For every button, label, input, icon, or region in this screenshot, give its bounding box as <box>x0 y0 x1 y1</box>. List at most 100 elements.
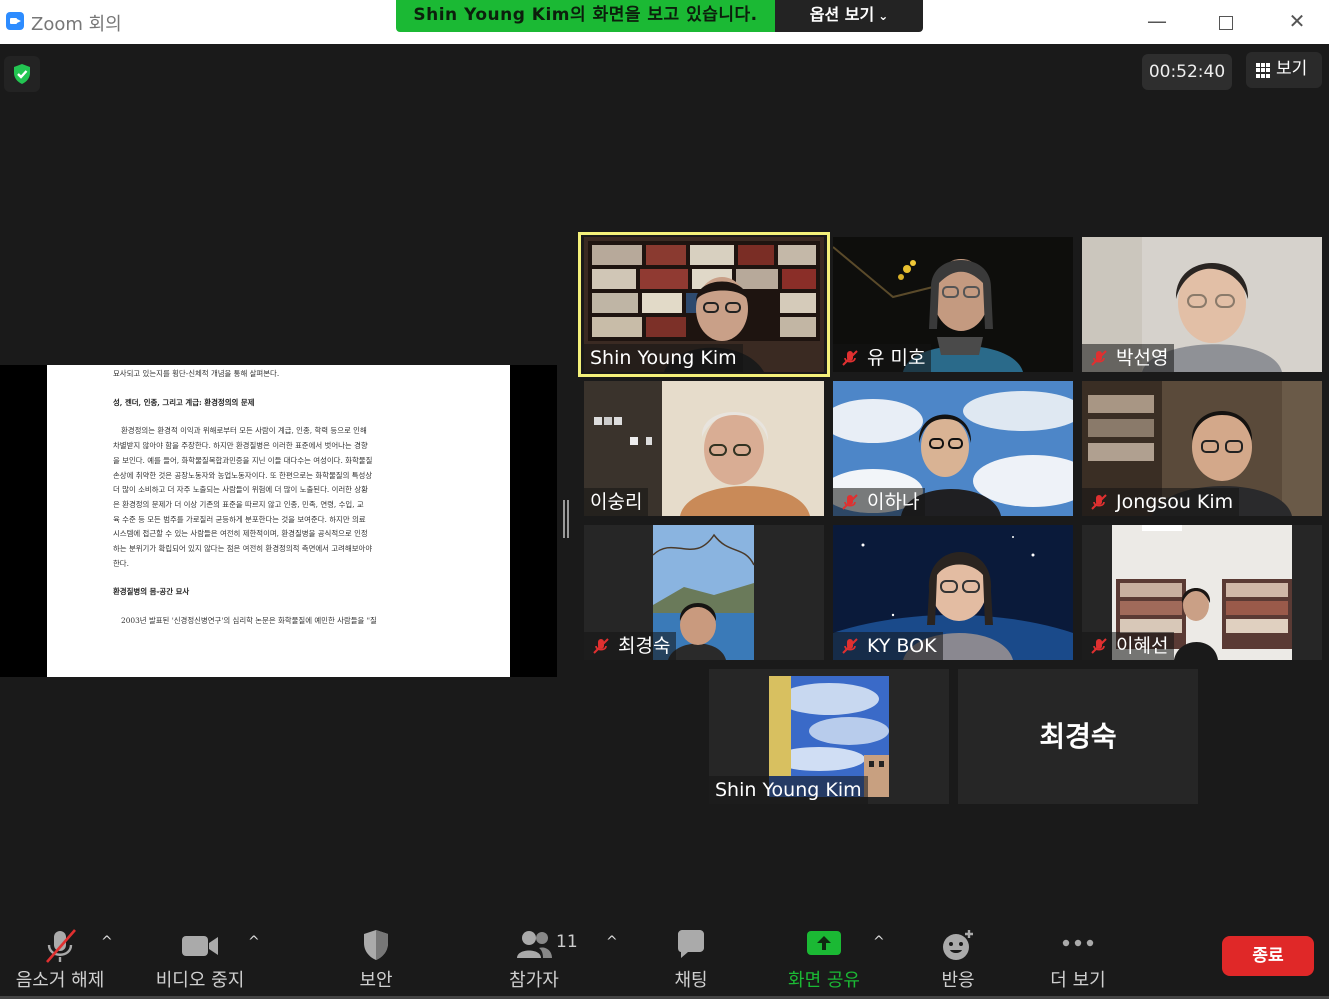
document-heading: 환경질병의 몸-공간 묘사 <box>113 587 190 597</box>
document-spacer <box>113 600 444 614</box>
mic-off-icon <box>593 638 609 654</box>
view-layout-label: 보기 <box>1276 59 1308 79</box>
emoji-add-icon <box>943 930 973 960</box>
screen-share-banner: Shin Young Kim의 화면을 보고 있습니다. <box>396 0 775 32</box>
grid-icon <box>1256 63 1271 78</box>
reactions-button[interactable]: 반응 <box>916 922 1000 999</box>
maximize-button[interactable] <box>1206 6 1246 36</box>
more-dots-icon <box>1062 939 1094 947</box>
shared-screen[interactable]: 묘사되고 있는지를 횡단-신체적 개념을 통해 살펴본다. 성, 젠더, 인종, … <box>0 365 557 677</box>
security-button[interactable]: 보안 <box>330 922 422 999</box>
participant-name: 이숭리 <box>584 488 649 516</box>
participant-tile[interactable]: 최경숙 <box>958 669 1198 804</box>
mic-off-icon <box>842 350 858 366</box>
document-line: 손상에 취약한 것은 공장노동자와 농업노동자이다. 또 한편으로는 화학물질의… <box>113 470 373 480</box>
document-line: 시스템에 접근할 수 있는 사람들은 여전히 제한적이며, 환경질병을 공식적으… <box>113 529 368 539</box>
shield-icon <box>364 930 388 960</box>
participant-name: 유 미호 <box>867 347 926 369</box>
participant-tile[interactable]: 이혜선 <box>1082 525 1322 660</box>
document-line: 묘사되고 있는지를 횡단-신체적 개념을 통해 살펴본다. <box>113 369 280 378</box>
participants-label: 참가자 <box>509 970 559 991</box>
zoom-logo-icon <box>6 12 24 30</box>
minimize-button[interactable]: — <box>1137 6 1177 36</box>
end-meeting-button[interactable]: 종료 <box>1222 936 1314 976</box>
share-options-caret[interactable]: ^ <box>873 934 885 950</box>
more-button[interactable]: 더 보기 <box>1030 922 1126 999</box>
document-line: 을 보인다. 예를 들어, 화학물질복합과민증을 지닌 이들 대다수는 여성이다… <box>113 455 373 465</box>
document-spacer <box>113 382 444 396</box>
participant-count: 11 <box>556 932 578 952</box>
mic-off-icon <box>1091 494 1107 510</box>
participant-tile[interactable]: 이하나 <box>833 381 1073 516</box>
document-line: 차별받지 않아야 함을 주장한다. 하지만 환경질병은 이러한 표준에서 벗어나… <box>113 441 368 451</box>
participant-tile[interactable]: 박선영 <box>1082 237 1322 372</box>
video-camera-icon <box>182 936 218 956</box>
document-spacer <box>113 571 444 585</box>
participant-name-bar: 이혜선 <box>1082 632 1175 660</box>
share-screen-button[interactable]: 화면 공유 <box>774 922 874 999</box>
participant-name: Shin Young Kim <box>709 776 868 804</box>
chat-bubble-icon <box>678 930 704 958</box>
view-options-button[interactable]: 옵션 보기 ⌄ <box>775 0 923 32</box>
participant-name: 최경숙 <box>1039 720 1117 753</box>
document-spacer <box>113 410 444 424</box>
participant-name: Jongsou Kim <box>1116 491 1234 513</box>
reactions-label: 반응 <box>941 970 975 991</box>
participant-name: 최경숙 <box>618 635 671 657</box>
shared-document-page: 묘사되고 있는지를 횡단-신체적 개념을 통해 살펴본다. 성, 젠더, 인종, … <box>47 365 510 677</box>
encryption-badge[interactable] <box>4 56 40 92</box>
mic-off-icon <box>1091 638 1107 654</box>
document-line: 하는 분위기가 확립되어 있지 않다는 점은 여전히 환경정의적 측면에서 고려… <box>113 544 373 554</box>
close-window-button[interactable]: ✕ <box>1277 6 1317 36</box>
participant-tile[interactable]: Jongsou Kim <box>1082 381 1322 516</box>
more-label: 더 보기 <box>1050 970 1106 991</box>
document-line: 육 수준 등 모든 범주를 가로질러 균등하게 분포한다는 것을 보여준다. 하… <box>113 514 366 524</box>
share-screen-icon <box>807 931 841 955</box>
meeting-timer: 00:52:40 <box>1142 54 1232 90</box>
document-heading: 성, 젠더, 인종, 그리고 계급: 환경정의의 문제 <box>113 397 255 407</box>
document-line: 은 환경정의 문제가 더 이상 기존의 표준을 따르지 않고 인종, 민족, 연… <box>113 499 364 509</box>
chevron-down-icon: ⌄ <box>878 9 889 23</box>
mic-off-icon <box>842 494 858 510</box>
meeting-toolbar: 음소거 해제 ^ 비디오 중지 ^ 보안 참가자 11 ^ 채팅 화면 공유 ^… <box>0 922 1329 999</box>
participant-name: KY BOK <box>867 635 937 657</box>
video-options-caret[interactable]: ^ <box>248 934 260 950</box>
mic-off-icon <box>1091 350 1107 366</box>
security-label: 보안 <box>359 970 393 991</box>
participant-name-bar: 이하나 <box>833 488 926 516</box>
participant-name-bar: KY BOK <box>833 632 943 660</box>
participant-tile[interactable]: KY BOK <box>833 525 1073 660</box>
participant-name-bar: 최경숙 <box>584 632 677 660</box>
participant-tile[interactable]: 유 미호 <box>833 237 1073 372</box>
participant-tile[interactable]: Shin Young Kim <box>709 669 949 804</box>
participant-tile[interactable]: 이숭리 <box>584 381 824 516</box>
participant-name-bar: Jongsou Kim <box>1082 488 1240 516</box>
mic-muted-icon <box>46 929 76 963</box>
shield-check-icon <box>14 64 30 84</box>
participant-name: Shin Young Kim <box>584 344 743 372</box>
chat-button[interactable]: 채팅 <box>646 922 736 999</box>
unmute-label: 음소거 해제 <box>15 970 105 991</box>
participant-name-bar: 박선영 <box>1082 344 1175 372</box>
participant-tile[interactable]: 최경숙 <box>584 525 824 660</box>
participant-name: 이하나 <box>867 491 920 513</box>
document-line: 더 많이 소비하고 더 자주 노출되는 사람들이 위험에 더 많이 노출된다. … <box>113 485 368 495</box>
view-options-label: 옵션 보기 <box>809 5 875 24</box>
document-line: 2003년 발표된 '신경정신병연구'의 심리학 논문은 화학물질에 예민한 사… <box>121 616 377 626</box>
share-screen-label: 화면 공유 <box>788 970 860 991</box>
participant-tile[interactable]: Shin Young Kim <box>584 237 824 372</box>
document-line: 한다. <box>113 558 129 568</box>
splitter-handle[interactable] <box>563 500 569 538</box>
zoom-meeting-window: Zoom 회의 — ✕ Shin Young Kim의 화면을 보고 있습니다.… <box>0 0 1329 999</box>
participant-name: 이혜선 <box>1116 635 1169 657</box>
stop-video-button[interactable]: 비디오 중지 <box>148 922 252 999</box>
unmute-button[interactable]: 음소거 해제 <box>8 922 112 999</box>
document-line: 환경정의는 환경적 이익과 위해로부터 모든 사람이 계급, 인종, 학력 등으… <box>121 426 367 436</box>
audio-options-caret[interactable]: ^ <box>101 934 113 950</box>
participants-icon <box>517 931 552 958</box>
window-title: Zoom 회의 <box>31 14 122 35</box>
mic-off-icon <box>842 638 858 654</box>
view-layout-button[interactable]: 보기 <box>1246 52 1322 88</box>
chat-label: 채팅 <box>674 970 708 991</box>
participants-options-caret[interactable]: ^ <box>606 934 618 950</box>
